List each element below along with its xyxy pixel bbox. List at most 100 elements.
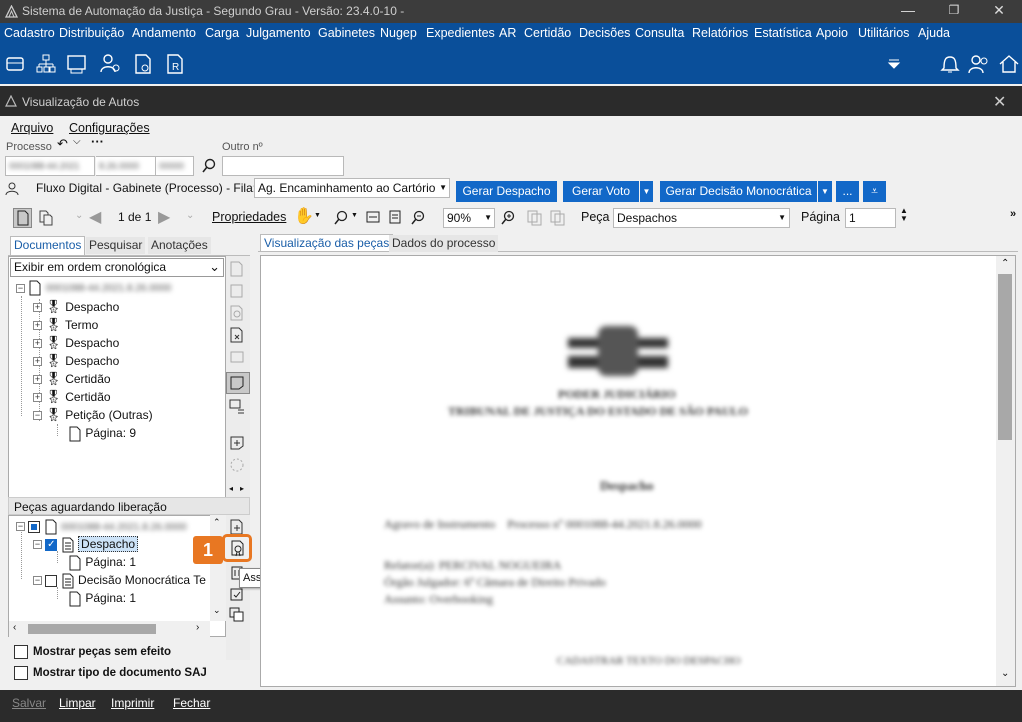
two-pages-icon[interactable] xyxy=(38,210,54,226)
stack-disabled-icon[interactable] xyxy=(228,282,246,300)
scroll-right-icon[interactable]: ▸ xyxy=(240,484,244,493)
sign-disabled-icon[interactable] xyxy=(228,304,246,322)
pecas-item-despacho[interactable]: − ✓ Despacho xyxy=(33,535,139,553)
menu-apoio[interactable]: Apoio xyxy=(816,26,848,40)
pecas-root[interactable]: − 0001088-44.2021.8.26.0000 xyxy=(16,517,187,535)
expand-icon[interactable]: + xyxy=(33,375,42,385)
home-icon[interactable] xyxy=(998,53,1020,75)
expand-icon[interactable]: + xyxy=(33,393,42,403)
last-page-icon[interactable]: ⌄ xyxy=(186,210,194,221)
scroll-up-icon[interactable]: ⌃ xyxy=(1001,258,1009,269)
more-icon[interactable]: ··· xyxy=(91,134,104,149)
expand-icon[interactable]: + xyxy=(33,339,42,349)
fechar-button[interactable]: Fechar xyxy=(173,696,210,710)
gerar-voto-dropdown-icon[interactable]: ▼ xyxy=(640,181,653,202)
pecas-item-page[interactable]: Página: 1 xyxy=(68,589,136,607)
tree-item[interactable]: − 🎖 Petição (Outras) xyxy=(33,406,213,424)
tab-pesquisar[interactable]: Pesquisar xyxy=(86,237,146,254)
processo-field-3[interactable]: 00000 xyxy=(156,156,194,176)
search-icon[interactable] xyxy=(201,158,217,174)
fila-select[interactable]: Ag. Encaminhamento ao Cartório ▼ xyxy=(254,178,450,198)
cadastro-icon[interactable] xyxy=(5,54,25,74)
prev-page-icon[interactable]: ◀ xyxy=(89,207,101,227)
menu-distribuicao[interactable]: Distribuição xyxy=(59,26,124,40)
collapse-icon[interactable]: − xyxy=(16,522,25,532)
ordem-select[interactable]: Exibir em ordem cronológica ⌄ xyxy=(10,258,224,277)
overflow-icon[interactable]: » xyxy=(1010,208,1016,220)
menu-andamento[interactable]: Andamento xyxy=(132,26,196,40)
sem-efeito-checkbox[interactable] xyxy=(14,645,28,659)
collapse-icon[interactable]: − xyxy=(33,411,42,421)
pagina-input[interactable]: 1 xyxy=(845,208,896,228)
outro-input[interactable] xyxy=(222,156,344,176)
tree-item[interactable]: + 🎖 Despacho xyxy=(33,352,213,370)
paste-disabled-icon[interactable] xyxy=(550,210,566,226)
scroll-up-icon[interactable]: ⌃ xyxy=(213,517,221,528)
processo-field-2[interactable]: 8.26.0000 xyxy=(96,156,156,176)
scroll-down-icon[interactable]: ⌄ xyxy=(213,605,221,616)
gerar-voto-button[interactable]: Gerar Voto xyxy=(563,181,639,202)
scroll-left-icon[interactable]: ◂ xyxy=(229,484,233,493)
propriedades-button[interactable]: Propriedades xyxy=(212,210,286,224)
menu-consulta[interactable]: Consulta xyxy=(635,26,684,40)
salvar-button[interactable]: Salvar xyxy=(12,696,46,710)
tab-visualizacao[interactable]: Visualização das peças xyxy=(260,234,394,251)
gerar-despacho-button[interactable]: Gerar Despacho xyxy=(456,181,557,202)
tree-item[interactable]: + 🎖 Despacho xyxy=(33,334,213,352)
menu-julgamento[interactable]: Julgamento xyxy=(246,26,311,40)
fit-page-icon[interactable] xyxy=(388,210,402,224)
loading-disabled-icon[interactable] xyxy=(228,456,246,474)
scrollbar-thumb[interactable] xyxy=(28,624,156,634)
peca-select[interactable]: Despachos ▼ xyxy=(613,208,790,228)
zoom-in-icon[interactable] xyxy=(500,210,516,226)
menu-expedientes[interactable]: Expedientes xyxy=(426,26,495,40)
hierarchy-icon[interactable] xyxy=(36,54,56,74)
tree-item[interactable]: + 🎖 Certidão xyxy=(33,370,213,388)
approve-icon[interactable] xyxy=(228,586,246,604)
inbox-icon[interactable] xyxy=(66,54,88,74)
tree-root[interactable]: − 0001088-44.2021.8.26.0000 xyxy=(16,280,171,296)
tree-item[interactable]: + 🎖 Certidão xyxy=(33,388,213,406)
collapse-icon[interactable]: − xyxy=(33,576,42,586)
undo-icon[interactable]: ↶ xyxy=(57,136,68,152)
document-r-icon[interactable]: R xyxy=(166,53,184,75)
unchecked-checkbox[interactable] xyxy=(45,574,58,587)
zoom-select[interactable]: 90% ▼ xyxy=(443,208,495,228)
more-actions-button[interactable]: ... xyxy=(836,181,859,202)
add-doc-disabled-icon[interactable] xyxy=(228,260,246,278)
pecas-item-decisao[interactable]: − Decisão Monocrática Te xyxy=(33,571,206,589)
tree-item[interactable]: + 🎖 Despacho xyxy=(33,298,213,316)
checked-checkbox[interactable]: ✓ xyxy=(45,538,58,551)
dropdown-icon[interactable] xyxy=(887,57,901,71)
menu-configuracoes[interactable]: Configurações xyxy=(69,121,150,135)
menu-carga[interactable]: Carga xyxy=(205,26,239,40)
first-page-icon[interactable]: ⌄ xyxy=(75,210,83,221)
expand-icon[interactable]: + xyxy=(33,303,42,313)
limpar-button[interactable]: Limpar xyxy=(59,696,96,710)
menu-ar[interactable]: AR xyxy=(499,26,516,40)
viewer-scrollbar-thumb[interactable] xyxy=(998,274,1012,440)
menu-arquivo[interactable]: Arquivo xyxy=(11,121,53,135)
menu-decisoes[interactable]: Decisões xyxy=(579,26,630,40)
tipo-doc-checkbox[interactable] xyxy=(14,666,28,680)
gerar-decisao-dropdown-icon[interactable]: ▼ xyxy=(818,181,832,202)
expand-icon[interactable]: + xyxy=(33,357,42,367)
comment-list-icon[interactable] xyxy=(228,398,246,416)
add-note-icon[interactable] xyxy=(228,434,246,452)
fit-width-icon[interactable] xyxy=(366,210,380,224)
tab-dados[interactable]: Dados do processo xyxy=(389,235,499,252)
expand-icon[interactable]: + xyxy=(33,321,42,331)
pan-dropdown-icon[interactable]: ▼ xyxy=(314,212,321,219)
menu-ajuda[interactable]: Ajuda xyxy=(918,26,950,40)
tree-item[interactable]: + 🎖 Termo xyxy=(33,316,213,334)
tab-anotacoes[interactable]: Anotações xyxy=(148,237,211,254)
sign-documents-icon[interactable] xyxy=(229,539,247,557)
tree-subitem[interactable]: Página: 9 xyxy=(33,424,213,442)
imprimir-button[interactable]: Imprimir xyxy=(111,696,154,710)
partial-checkbox[interactable] xyxy=(28,520,41,533)
close-button[interactable]: ✕ xyxy=(976,0,1022,23)
collapse-icon[interactable]: − xyxy=(16,283,25,293)
pecas-item-page[interactable]: Página: 1 xyxy=(68,553,136,571)
remove-doc-icon[interactable] xyxy=(228,326,246,344)
menu-nugep[interactable]: Nugep xyxy=(380,26,417,40)
